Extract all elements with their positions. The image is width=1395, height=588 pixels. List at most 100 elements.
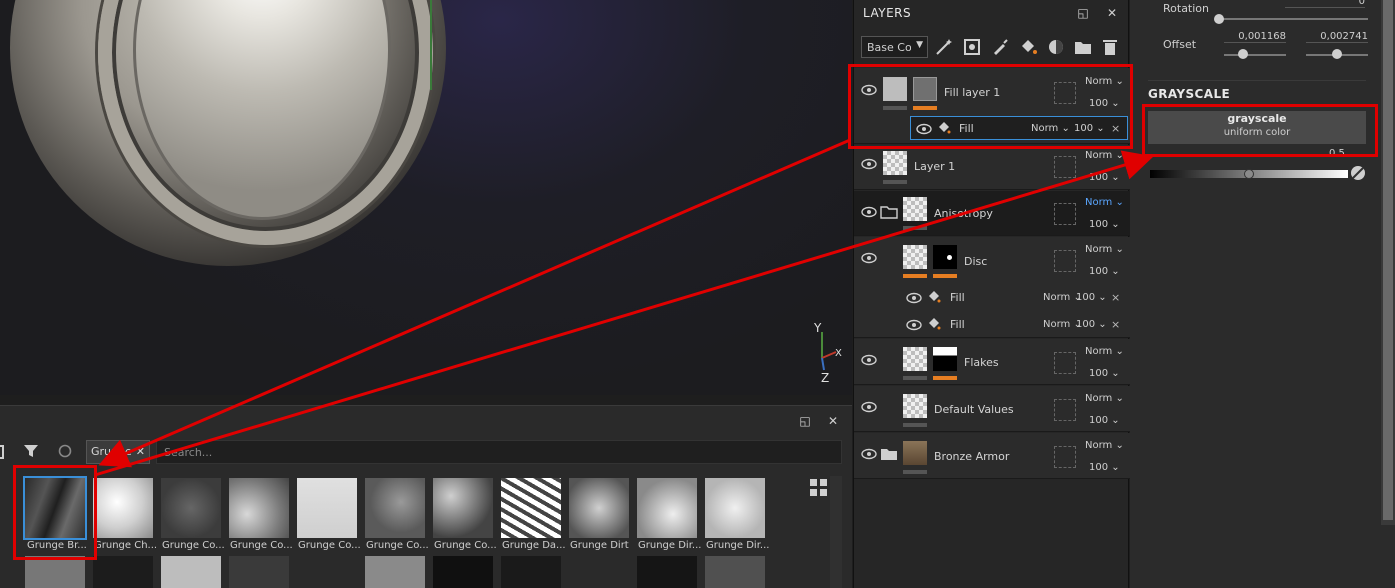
chevron-down-icon: ▼ <box>916 40 923 50</box>
asset-label-2: Grunge Ch... <box>94 540 158 551</box>
layer-opacity[interactable]: 100 ⌄ <box>1089 462 1120 473</box>
filter-icon[interactable] <box>22 443 40 461</box>
fill-refresh-icon[interactable] <box>962 37 982 57</box>
layer-blend[interactable]: Norm ⌄ <box>1085 346 1124 357</box>
asset-thumb-row2-5[interactable] <box>297 556 357 588</box>
grid-view-icon[interactable] <box>810 479 827 496</box>
asset-thumb-2[interactable] <box>93 478 153 538</box>
folder-icon[interactable] <box>880 446 898 462</box>
filter-tag[interactable]: Grunge ✕ <box>86 440 150 464</box>
layer-opacity-value: 100 <box>1089 462 1109 473</box>
offset-x-value[interactable]: 0,001168 <box>1224 31 1286 43</box>
properties-scrollbar-thumb[interactable] <box>1383 0 1393 520</box>
panel-toggle-icon[interactable] <box>0 445 4 459</box>
layer-mask-slot[interactable] <box>1054 352 1076 374</box>
asset-thumb-11[interactable] <box>705 478 765 538</box>
layer-blend[interactable]: Norm ⌄ <box>1085 440 1124 451</box>
close-icon[interactable]: ✕ <box>1105 6 1119 20</box>
eye-icon[interactable] <box>906 292 922 304</box>
asset-thumb-6[interactable] <box>365 478 425 538</box>
folder-open-icon[interactable] <box>880 204 898 220</box>
brush-icon[interactable] <box>990 37 1010 57</box>
layer-row-anisotropy[interactable]: Anisotropy Norm ⌄ 100 ⌄ <box>854 191 1130 236</box>
asset-thumb-row2-10[interactable] <box>637 556 697 588</box>
layer-row-bronze-armor[interactable]: Bronze Armor Norm ⌄ 100 ⌄ <box>854 433 1130 479</box>
channel-select[interactable]: Base Color ▼ <box>861 36 928 58</box>
asset-thumb-8[interactable] <box>501 478 561 538</box>
layer-thumb <box>903 347 927 371</box>
layer-opacity[interactable]: 100 ⌄ <box>1089 172 1120 183</box>
search-input[interactable]: Search... <box>156 440 842 464</box>
layer-row-layer-1[interactable]: Layer 1 Norm ⌄ 100 ⌄ <box>854 145 1130 190</box>
layer-blend[interactable]: Norm ⌄ <box>1085 197 1124 208</box>
layer-blend[interactable]: Norm ⌄ <box>1085 393 1124 404</box>
maximize-icon[interactable]: ◱ <box>798 414 812 428</box>
asset-thumb-row2-11[interactable] <box>705 556 765 588</box>
asset-thumb-row2-3[interactable] <box>161 556 221 588</box>
asset-thumb-3[interactable] <box>161 478 221 538</box>
asset-thumb-row2-6[interactable] <box>365 556 425 588</box>
asset-thumb-5[interactable] <box>297 478 357 538</box>
asset-thumb-9[interactable] <box>569 478 629 538</box>
rotation-slider-track[interactable] <box>1218 18 1368 20</box>
paint-bucket-icon[interactable] <box>1018 37 1038 57</box>
effect-row-fill-2[interactable]: Fill Norm ⌄ 100 ⌄ × <box>900 312 1130 337</box>
effect-opacity[interactable]: 100 ⌄ <box>1076 292 1107 303</box>
eye-icon[interactable] <box>861 448 877 460</box>
rotation-slider-knob[interactable] <box>1214 14 1224 24</box>
asset-thumb-row2-4[interactable] <box>229 556 289 588</box>
layer-mask-slot[interactable] <box>1054 156 1076 178</box>
asset-thumb-row2-9[interactable] <box>569 556 629 588</box>
asset-thumb-row2-1[interactable] <box>25 556 85 588</box>
trash-icon[interactable] <box>1100 37 1120 57</box>
layer-name: Flakes <box>964 356 999 369</box>
layer-mask-slot[interactable] <box>1054 399 1076 421</box>
effect-name: Fill <box>950 318 965 331</box>
eye-icon[interactable] <box>861 401 877 413</box>
reset-icon[interactable] <box>56 443 74 461</box>
asset-thumb-row2-7[interactable] <box>433 556 493 588</box>
remove-effect-icon[interactable]: × <box>1111 291 1120 304</box>
offset-x-slider-knob[interactable] <box>1238 49 1248 59</box>
offset-x-slider-track[interactable] <box>1224 54 1286 56</box>
eye-icon[interactable] <box>861 252 877 264</box>
effect-row-fill-1[interactable]: Fill Norm ⌄ 100 ⌄ × <box>900 285 1130 310</box>
layer-blend[interactable]: Norm ⌄ <box>1085 244 1124 255</box>
layer-mask-slot[interactable] <box>1054 203 1076 225</box>
maximize-icon[interactable]: ◱ <box>1076 6 1090 20</box>
remove-effect-icon[interactable]: × <box>1111 318 1120 331</box>
asset-thumb-4[interactable] <box>229 478 289 538</box>
layer-mask-slot[interactable] <box>1054 446 1076 468</box>
close-icon[interactable]: ✕ <box>826 414 840 428</box>
3d-viewport[interactable]: Y X Z <box>0 0 852 395</box>
magic-wand-icon[interactable] <box>934 37 954 57</box>
layer-blend[interactable]: Norm ⌄ <box>1085 150 1124 161</box>
asset-thumb-7[interactable] <box>433 478 493 538</box>
offset-y-slider-knob[interactable] <box>1332 49 1342 59</box>
eye-icon[interactable] <box>861 354 877 366</box>
color-picker-icon[interactable] <box>1350 165 1366 181</box>
eye-icon[interactable] <box>906 319 922 331</box>
layer-opacity[interactable]: 100 ⌄ <box>1089 368 1120 379</box>
grayscale-slider-knob[interactable] <box>1244 169 1254 179</box>
layer-row-disc[interactable]: Disc Norm ⌄ 100 ⌄ Fill Norm ⌄ 100 ⌄ × Fi… <box>854 237 1130 338</box>
assets-scrollbar[interactable] <box>830 476 842 588</box>
effect-icon[interactable] <box>1046 37 1066 57</box>
asset-thumb-row2-8[interactable] <box>501 556 561 588</box>
layer-row-flakes[interactable]: Flakes Norm ⌄ 100 ⌄ <box>854 339 1130 385</box>
layer-row-default-values[interactable]: Default Values Norm ⌄ 100 ⌄ <box>854 386 1130 432</box>
layer-opacity[interactable]: 100 ⌄ <box>1089 415 1120 426</box>
layer-mask-slot[interactable] <box>1054 250 1076 272</box>
layer-opacity[interactable]: 100 ⌄ <box>1089 219 1120 230</box>
offset-y-value[interactable]: 0,002741 <box>1306 31 1368 43</box>
asset-thumb-row2-2[interactable] <box>93 556 153 588</box>
layer-opacity[interactable]: 100 ⌄ <box>1089 266 1120 277</box>
effect-opacity[interactable]: 100 ⌄ <box>1076 319 1107 330</box>
filter-tag-close-icon[interactable]: ✕ <box>136 445 145 458</box>
eye-icon[interactable] <box>861 158 877 170</box>
asset-thumb-10[interactable] <box>637 478 697 538</box>
effect-blend-value: Norm <box>1043 292 1071 303</box>
rotation-value[interactable]: 0 <box>1285 0 1365 8</box>
eye-icon[interactable] <box>861 206 877 218</box>
folder-icon[interactable] <box>1073 37 1093 57</box>
